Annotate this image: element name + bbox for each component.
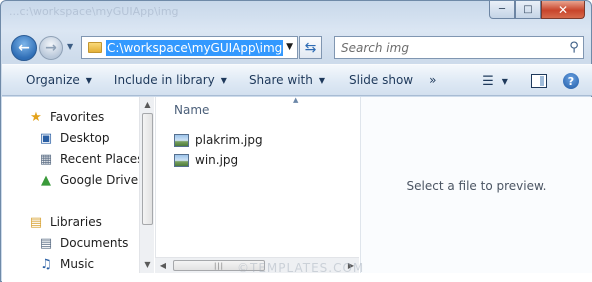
sidebar-item-label: Music	[60, 257, 95, 271]
address-path[interactable]: C:\workspace\myGUIApp\img	[106, 39, 284, 56]
sidebar-item-label: Documents	[60, 236, 129, 250]
sidebar-item-documents[interactable]: ▤ Documents	[38, 233, 129, 253]
file-name: plakrim.jpg	[195, 133, 263, 147]
watermark: ©TEMPLATES.COM	[237, 261, 365, 275]
name-column-label: Name	[174, 103, 210, 117]
close-icon: ✕	[557, 2, 569, 17]
chevron-down-icon: ▼	[501, 76, 508, 86]
image-file-icon	[174, 133, 189, 147]
scroll-down-icon[interactable]: ▼	[140, 257, 154, 273]
scroll-up-icon[interactable]: ▲	[140, 97, 154, 113]
scroll-left-icon[interactable]: ◀	[155, 258, 171, 274]
share-with-menu[interactable]: Share with ▼	[235, 68, 333, 92]
search-input[interactable]	[335, 40, 565, 55]
name-column-header[interactable]: Name	[174, 103, 209, 117]
scrollbar-thumb[interactable]	[142, 113, 153, 225]
sidebar-item-label: Desktop	[60, 131, 110, 145]
include-in-library-label: Include in library	[113, 73, 215, 87]
sidebar-item-label: Favorites	[50, 110, 105, 124]
more-chevron-icon: »	[429, 73, 437, 87]
chevron-down-icon: ▼	[85, 75, 92, 85]
back-button[interactable]: ←	[11, 35, 37, 61]
details-view-icon: ☰	[482, 73, 494, 89]
google-drive-icon: ▲	[41, 172, 51, 188]
minimize-button[interactable]: ─	[489, 1, 515, 19]
preview-pane: Select a file to preview.	[360, 97, 592, 273]
forward-arrow-icon: →	[45, 40, 57, 56]
file-name: win.jpg	[195, 153, 239, 167]
more-commands-button[interactable]: »	[421, 68, 444, 92]
explorer-window: ...c:\workspace\myGUIApp\img ─ □ ✕ ← → ▼…	[0, 0, 592, 282]
address-dropdown-icon[interactable]: ▼	[286, 42, 293, 52]
minimize-icon: ─	[498, 4, 506, 15]
chevron-down-icon: ▼	[67, 42, 74, 51]
sidebar-item-desktop[interactable]: ▣ Desktop	[38, 128, 110, 148]
star-icon: ★	[30, 109, 42, 125]
help-icon: ?	[563, 73, 579, 89]
preview-message: Select a file to preview.	[406, 179, 547, 193]
navigation-pane-scrollbar[interactable]: ▲ ▼	[139, 97, 154, 273]
chevron-down-icon: ▼	[220, 75, 227, 85]
search-box: ⚲	[334, 36, 584, 59]
sidebar-item-label: Google Drive	[60, 173, 139, 187]
maximize-button[interactable]: □	[515, 1, 541, 19]
list-item[interactable]: plakrim.jpg	[174, 131, 263, 149]
change-view-button[interactable]: ☰ ▼	[474, 69, 516, 93]
libraries-icon: ▤	[29, 214, 43, 230]
address-bar[interactable]: C:\workspace\myGUIApp\img ▼	[81, 36, 298, 59]
recent-locations-dropdown[interactable]: ▼	[67, 42, 73, 51]
preview-pane-button[interactable]	[526, 69, 552, 93]
caption-buttons: ─ □ ✕	[489, 1, 585, 19]
content-area: ★ Favorites ▣ Desktop ▦ Recent Places ▲ …	[2, 96, 592, 282]
forward-button[interactable]: →	[39, 36, 63, 60]
refresh-icon: ⇆	[304, 39, 317, 56]
include-in-library-menu[interactable]: Include in library ▼	[100, 68, 235, 92]
sidebar-item-label: Libraries	[50, 215, 102, 229]
sidebar-item-favorites[interactable]: ★ Favorites	[28, 107, 104, 127]
sidebar-item-label: Recent Places	[60, 152, 144, 166]
navigation-bar: ← → ▼ C:\workspace\myGUIApp\img ▼ ⇆ ⚲	[7, 33, 587, 61]
sidebar-item-google-drive[interactable]: ▲ Google Drive	[38, 170, 138, 190]
command-bar: Organize ▼ Include in library ▼ Share wi…	[2, 64, 592, 96]
music-icon: ♫	[40, 256, 52, 272]
folder-icon	[88, 42, 102, 53]
sidebar-item-music[interactable]: ♫ Music	[38, 254, 94, 273]
desktop-icon: ▣	[39, 130, 53, 146]
maximize-icon: □	[523, 4, 533, 15]
file-list-pane: Name ▲ plakrim.jpg win.jpg	[155, 96, 359, 273]
organize-menu[interactable]: Organize ▼	[2, 68, 100, 92]
help-button[interactable]: ?	[558, 69, 584, 93]
sort-ascending-icon: ▲	[293, 96, 299, 104]
list-item[interactable]: win.jpg	[174, 151, 238, 169]
slide-show-label: Slide show	[349, 73, 414, 87]
window-title: ...c:\workspace\myGUIApp\img	[9, 5, 179, 18]
share-with-label: Share with	[248, 73, 313, 87]
title-bar[interactable]: ...c:\workspace\myGUIApp\img ─ □ ✕	[1, 1, 591, 27]
navigation-pane: ★ Favorites ▣ Desktop ▦ Recent Places ▲ …	[2, 97, 154, 273]
image-file-icon	[174, 153, 189, 167]
documents-icon: ▤	[39, 235, 53, 251]
sidebar-item-recent-places[interactable]: ▦ Recent Places	[38, 149, 144, 169]
preview-pane-icon	[531, 74, 547, 88]
recent-places-icon: ▦	[39, 151, 53, 167]
slide-show-button[interactable]: Slide show	[333, 68, 421, 92]
close-button[interactable]: ✕	[541, 1, 585, 19]
back-arrow-icon: ←	[18, 40, 30, 56]
search-icon[interactable]: ⚲	[565, 40, 583, 55]
view-controls: ☰ ▼ ?	[474, 69, 592, 93]
organize-label: Organize	[26, 73, 80, 87]
chevron-down-icon: ▼	[318, 75, 325, 85]
refresh-button[interactable]: ⇆	[299, 36, 322, 59]
sidebar-item-libraries[interactable]: ▤ Libraries	[28, 212, 102, 232]
